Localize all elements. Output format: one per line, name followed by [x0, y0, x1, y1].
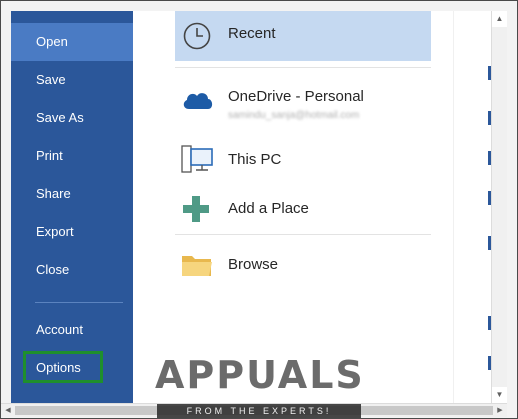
- place-add-a-place[interactable]: Add a Place: [175, 191, 431, 227]
- backstage-sidebar: Open Save Save As Print Share Export Clo…: [11, 11, 133, 403]
- place-browse-label: Browse: [228, 256, 279, 273]
- clock-icon: [181, 20, 213, 57]
- place-onedrive-label: OneDrive - Personal: [228, 88, 364, 105]
- sidebar-item-share[interactable]: Share: [11, 175, 133, 213]
- watermark-logo-text: APPUALS: [155, 353, 365, 397]
- places-divider: [175, 234, 431, 235]
- watermark-tagline: FROM THE EXPERTS!: [157, 404, 361, 418]
- place-recent-label: Recent: [228, 25, 276, 42]
- recent-documents-column: [453, 11, 491, 403]
- place-onedrive[interactable]: OneDrive - Personal samindu_sanja@hotmai…: [175, 81, 431, 129]
- sidebar-item-print[interactable]: Print: [11, 137, 133, 175]
- scroll-right-arrow-icon[interactable]: ▶: [493, 404, 507, 417]
- onedrive-account-email: samindu_sanja@hotmail.com: [228, 110, 360, 121]
- sidebar-item-options[interactable]: Options: [23, 351, 103, 383]
- scroll-left-arrow-icon[interactable]: ◀: [1, 404, 15, 417]
- places-divider: [175, 67, 431, 68]
- sidebar-item-close[interactable]: Close: [11, 251, 133, 289]
- sidebar-item-export[interactable]: Export: [11, 213, 133, 251]
- plus-icon: [181, 194, 211, 229]
- sidebar-item-open[interactable]: Open: [11, 23, 133, 61]
- appuals-watermark: APPUALS FROM THE EXPERTS!: [155, 353, 363, 419]
- vertical-scroll-track[interactable]: [492, 27, 507, 387]
- backstage-window: Open Save Save As Print Share Export Clo…: [0, 0, 518, 419]
- vertical-scrollbar[interactable]: ▲ ▼: [491, 11, 507, 403]
- scroll-up-arrow-icon[interactable]: ▲: [492, 11, 507, 27]
- computer-icon: [181, 143, 215, 182]
- place-browse[interactable]: Browse: [175, 246, 431, 282]
- folder-icon: [181, 252, 213, 283]
- sidebar-item-save[interactable]: Save: [11, 61, 133, 99]
- scroll-down-arrow-icon[interactable]: ▼: [492, 387, 507, 403]
- place-add-a-place-label: Add a Place: [228, 200, 309, 217]
- sidebar-item-save-as[interactable]: Save As: [11, 99, 133, 137]
- cloud-icon: [181, 89, 215, 118]
- open-places-pane: Recent OneDrive - Personal samindu_sanja…: [133, 11, 453, 403]
- place-recent[interactable]: Recent: [175, 11, 431, 61]
- place-this-pc-label: This PC: [228, 151, 282, 168]
- sidebar-item-account[interactable]: Account: [11, 311, 133, 349]
- place-this-pc[interactable]: This PC: [175, 141, 431, 181]
- sidebar-divider: [35, 302, 123, 303]
